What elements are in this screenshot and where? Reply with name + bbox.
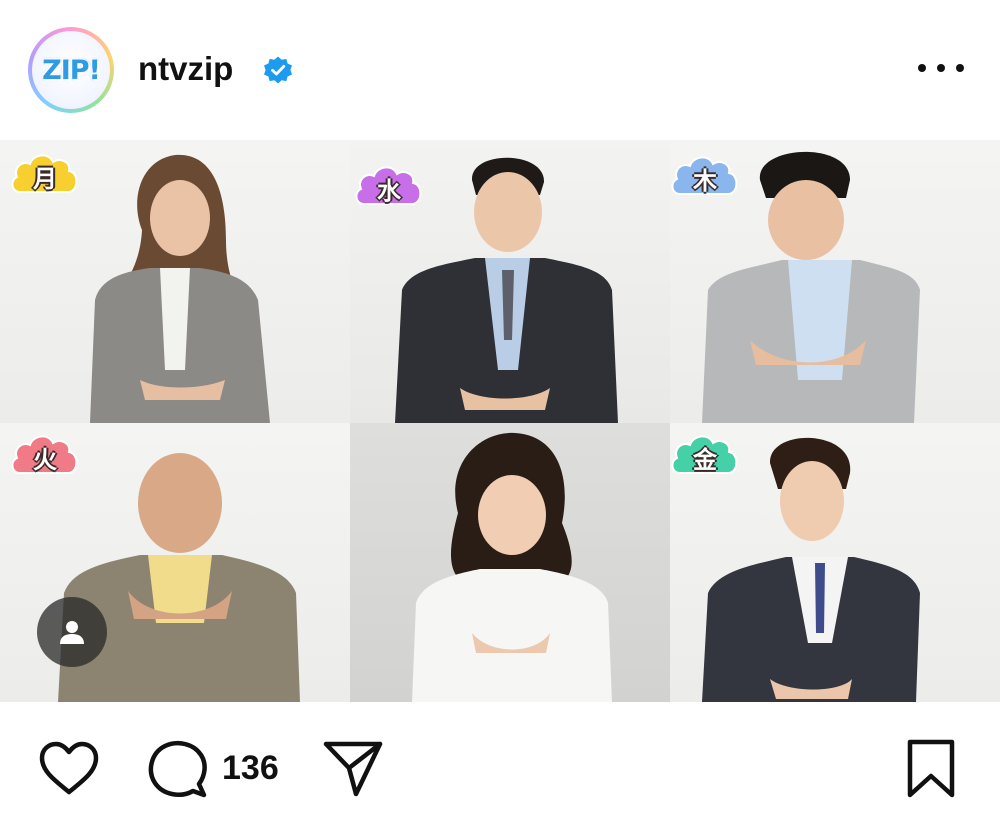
photo-monday: 月 (0, 140, 350, 423)
comment-icon[interactable] (147, 738, 209, 800)
person-silhouette (702, 151, 920, 423)
comment-count: 136 (222, 749, 279, 787)
user-tag-icon (60, 621, 84, 644)
person-silhouette (90, 154, 270, 423)
person-silhouette (702, 437, 920, 702)
photo-friday: 金 (670, 423, 1000, 702)
post-image[interactable]: 月 水 木 火 金 (0, 140, 1000, 702)
bookmark-icon[interactable] (905, 738, 957, 800)
post-actions: 136 (0, 702, 1000, 813)
send-icon[interactable] (322, 738, 384, 800)
avatar-logo-text: ZIP! (42, 54, 101, 86)
verified-badge-icon (264, 56, 292, 84)
username[interactable]: ntvzip (138, 50, 233, 88)
user-tag-button[interactable] (37, 597, 107, 667)
person-silhouette (395, 157, 618, 423)
profile-avatar[interactable]: ZIP! (28, 27, 114, 113)
photo-center (350, 423, 670, 702)
more-options-icon[interactable] (918, 56, 964, 80)
photo-thursday: 木 (670, 140, 1000, 423)
avatar-logo: ZIP! (32, 31, 110, 109)
heart-icon[interactable] (37, 740, 101, 798)
person-silhouette (412, 432, 612, 702)
photo-wednesday: 水 (350, 140, 670, 423)
post-header: ZIP! ntvzip (0, 0, 1000, 140)
